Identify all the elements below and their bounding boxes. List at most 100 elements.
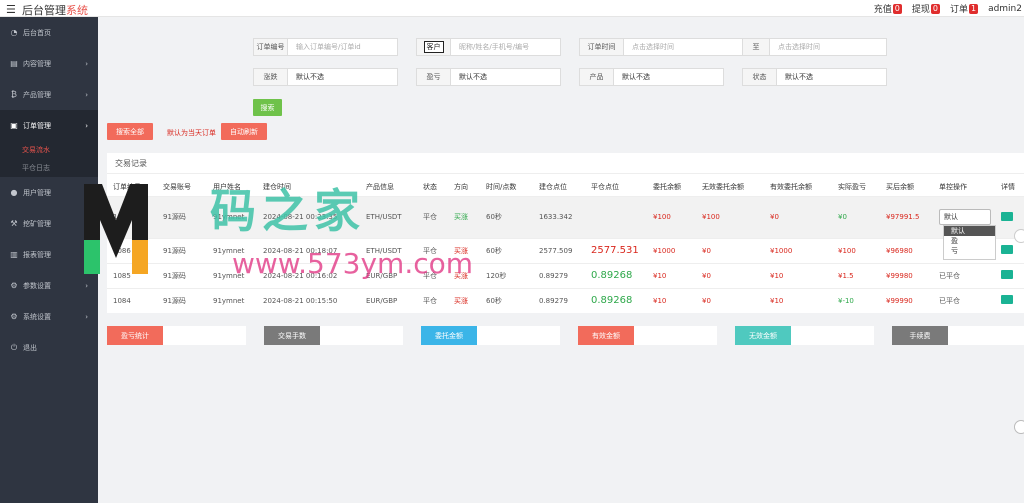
cell-period: 60秒 [480, 287, 533, 313]
sidebar-sub-close-log[interactable]: 平仓日志 [0, 159, 98, 177]
stat-label: 手续费 [892, 326, 948, 345]
cell-open: 2577.509 [533, 237, 585, 263]
cell-valid: ¥1000 [764, 237, 832, 263]
sidebar-item-label: 挖矿管理 [23, 219, 51, 228]
dropdown-option-profit[interactable]: 盈 [944, 236, 995, 246]
col-header: 委托余额 [653, 182, 681, 191]
logout-icon: ⏻ [10, 342, 18, 352]
withdraw-link[interactable]: 提现 0 [912, 2, 940, 15]
cell-period: 60秒 [480, 195, 533, 238]
sidebar-item-label: 用户管理 [23, 188, 51, 197]
cell-open: 0.89279 [533, 262, 585, 288]
chevron-right-icon: › [85, 59, 88, 68]
detail-icon[interactable] [1001, 270, 1013, 279]
col-header: 状态 [423, 182, 437, 191]
sidebar-item-system[interactable]: ⚙ 系统设置 › [0, 301, 98, 332]
chevron-down-icon: › [85, 121, 88, 130]
sidebar-item-home[interactable]: ◔ 后台首页 [0, 17, 98, 48]
stat-label: 委托金额 [421, 326, 477, 345]
book-icon: ▤ [10, 59, 18, 68]
user-menu[interactable]: admin2 [988, 4, 1022, 14]
gear-icon: ⚙ [10, 281, 18, 290]
table-row[interactable]: 1084 91源码 91ymnet 2024-08-21 00:15:50 EU… [107, 287, 1024, 313]
stat-entrust: 委托金额 [421, 326, 560, 345]
col-header: 无效委托余额 [702, 182, 744, 191]
sidebar-item-orders[interactable]: ▣ 订单管理 › [0, 110, 98, 141]
col-header: 交易账号 [163, 182, 191, 191]
stat-label: 有效金额 [578, 326, 634, 345]
orders-link[interactable]: 订单 1 [950, 2, 979, 15]
sidebar-item-label: 订单管理 [23, 121, 51, 130]
dropdown-option-default[interactable]: 默认 [944, 226, 995, 236]
product-label: 产品 [580, 69, 614, 85]
sidebar-sub-trades[interactable]: 交易流水 [0, 141, 98, 159]
stat-label: 盈亏统计 [107, 326, 163, 345]
search-button[interactable]: 搜索 [253, 99, 282, 116]
cell-after: ¥96980 [880, 237, 933, 263]
sidebar-item-label: 退出 [23, 343, 37, 352]
detail-icon[interactable] [1001, 295, 1013, 305]
cell-product: ETH/USDT [360, 195, 417, 238]
sidebar-item-label: 产品管理 [23, 90, 51, 99]
recharge-link[interactable]: 充值 0 [874, 2, 902, 15]
sidebar-item-content[interactable]: ▤ 内容管理 › [0, 48, 98, 79]
order-no-filter: 订单编号 输入订单编号/订单id [253, 38, 398, 56]
cell-close: 2577.531 [585, 237, 647, 263]
time-to-filter: 至 点击选择时间 [742, 38, 887, 56]
order-icon: ▣ [10, 121, 18, 130]
dashboard-icon: ◔ [10, 28, 18, 37]
stat-fee: 手续费 [892, 326, 1024, 345]
search-all-button[interactable]: 搜索全部 [107, 123, 153, 140]
time-from-input[interactable]: 点击选择时间 [624, 39, 742, 55]
cell-after: ¥97991.5 [880, 195, 933, 238]
cell-status: 平仓 [417, 287, 448, 313]
cell-direction: 买涨 [448, 195, 480, 238]
profit-select[interactable]: 默认不选 [451, 69, 560, 85]
auto-refresh-button[interactable]: 自动刷新 [221, 123, 267, 140]
product-select[interactable]: 默认不选 [614, 69, 723, 85]
stat-value [477, 326, 560, 345]
sidebar-item-label: 报表管理 [23, 250, 51, 259]
user-icon: ● [10, 188, 18, 197]
mining-icon: ⚒ [10, 219, 18, 228]
customer-input[interactable]: 昵称/姓名/手机号/编号 [451, 39, 560, 55]
withdraw-badge: 0 [930, 3, 940, 14]
cell-time: 2024-08-21 00:15:50 [257, 287, 360, 313]
stat-label: 交易手数 [264, 326, 320, 345]
sidebar-item-products[interactable]: ₿ 产品管理 › [0, 79, 98, 110]
dropdown-option-loss[interactable]: 亏 [944, 246, 995, 256]
stat-value [948, 326, 1024, 345]
detail-icon[interactable] [1001, 245, 1013, 254]
cell-close: 0.89268 [585, 287, 647, 313]
cell-open: 1633.342 [533, 195, 585, 238]
cell-id: 1084 [107, 287, 157, 313]
stat-value [320, 326, 403, 345]
order-no-label: 订单编号 [254, 39, 288, 55]
stat-label: 无效金额 [735, 326, 791, 345]
side-float-button[interactable] [1014, 229, 1024, 243]
cell-account: 91源码 [157, 237, 207, 263]
orders-badge: 1 [968, 3, 979, 14]
product-filter: 产品 默认不选 [579, 68, 724, 86]
help-float-button[interactable] [1014, 420, 1024, 434]
hamburger-icon[interactable]: ☰ [6, 3, 16, 16]
status-select[interactable]: 默认不选 [777, 69, 886, 85]
customer-filter: 客户 昵称/姓名/手机号/编号 [416, 38, 561, 56]
recharge-badge: 0 [892, 3, 902, 14]
control-select[interactable]: 默认 [939, 209, 991, 225]
sidebar-item-logout[interactable]: ⏻ 退出 [0, 332, 98, 363]
card-title: 交易记录 [115, 159, 147, 168]
top-right-menu: 充值 0 提现 0 订单 1 admin2 [874, 2, 1024, 15]
col-header: 详情 [1001, 182, 1015, 191]
detail-icon[interactable] [1001, 211, 1013, 221]
direction-select[interactable]: 默认不选 [288, 69, 397, 85]
cell-close: 0.89268 [585, 262, 647, 288]
cell-detail [995, 287, 1024, 313]
cell-direction: 买涨 [448, 287, 480, 313]
direction-filter: 涨跌 默认不选 [253, 68, 398, 86]
default-note: 默认为当天订单 [167, 129, 216, 137]
title-accent: 系统 [66, 4, 88, 17]
cell-entrust: ¥1000 [647, 237, 696, 263]
time-to-input[interactable]: 点击选择时间 [770, 39, 886, 55]
order-no-input[interactable]: 输入订单编号/订单id [288, 39, 397, 55]
